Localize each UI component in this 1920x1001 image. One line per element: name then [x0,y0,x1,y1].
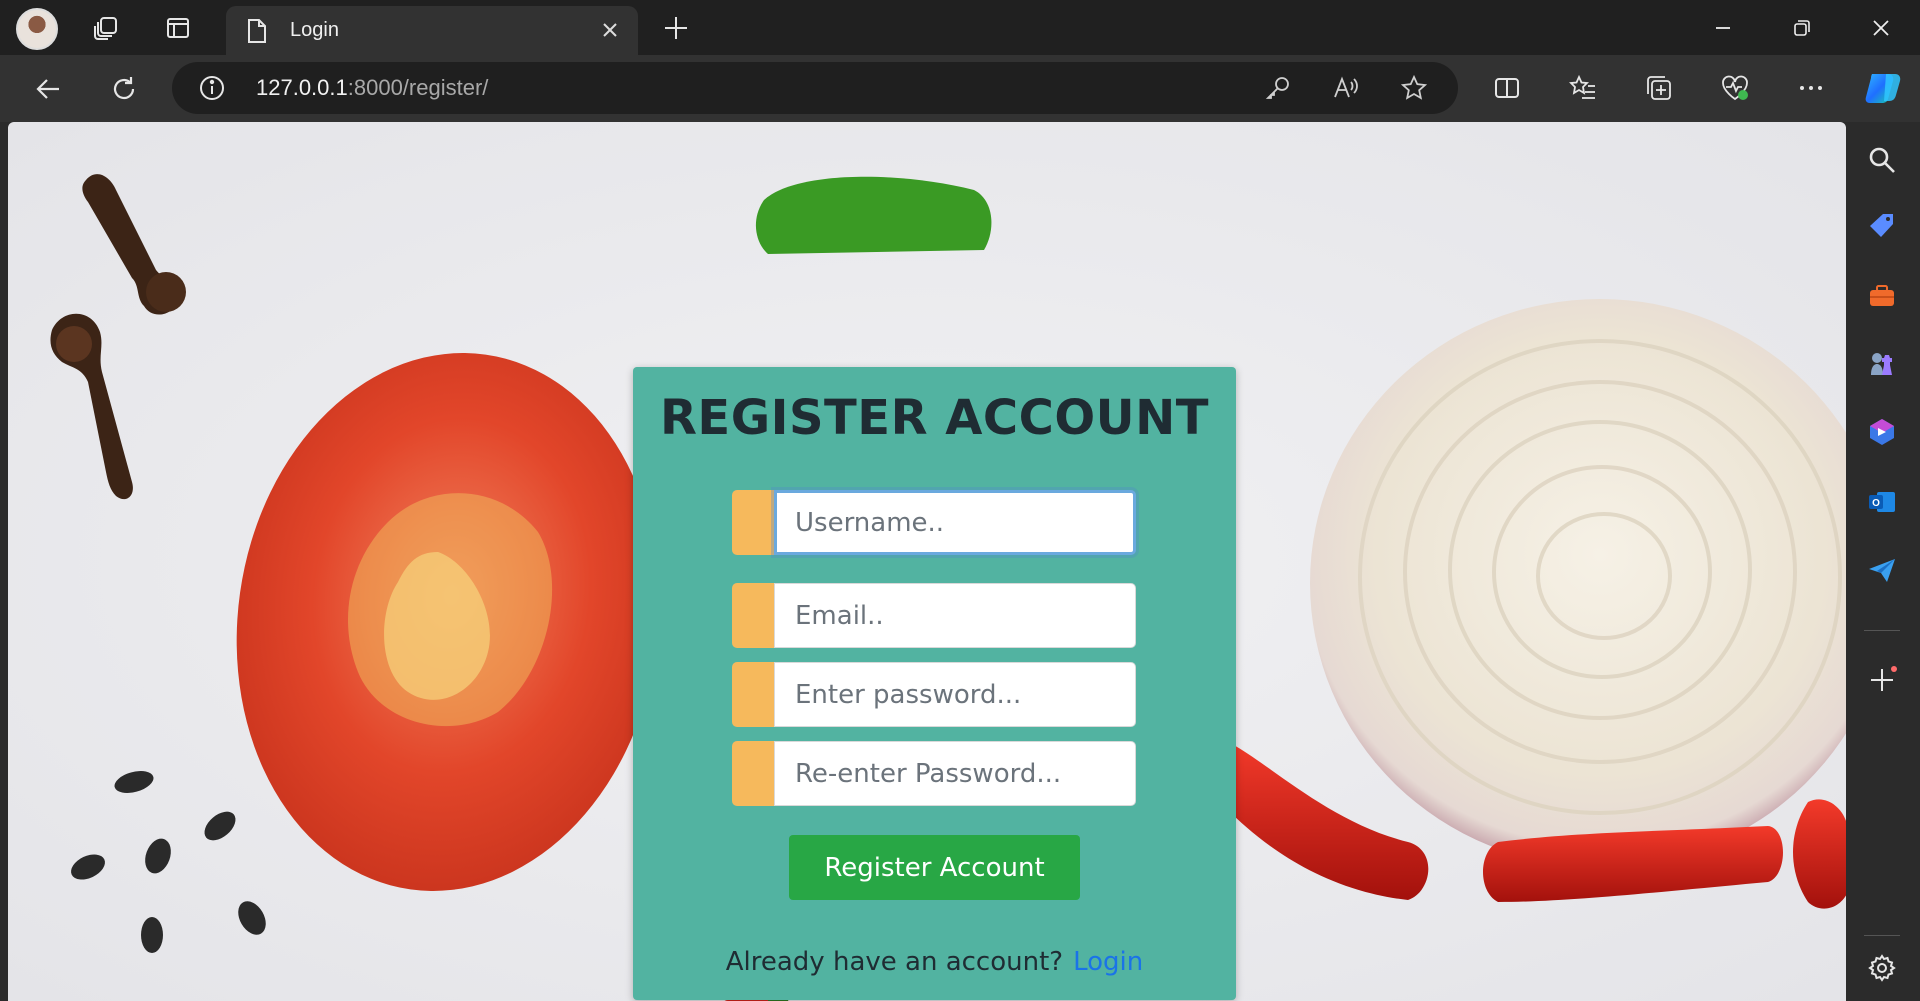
browser-titlebar: Login [0,0,1920,55]
browser-essentials-icon[interactable] [1717,70,1753,106]
url-text: 127.0.0.1:8000/register/ [256,75,488,101]
url-path: :8000/register/ [347,75,489,100]
favorites-icon[interactable] [1565,70,1601,106]
confirm-password-prepend [732,741,774,806]
address-bar[interactable]: 127.0.0.1:8000/register/ [172,62,1458,114]
back-icon[interactable] [28,69,68,109]
tab-actions-icon[interactable] [160,10,196,46]
games-icon[interactable] [1864,346,1900,382]
username-field [732,490,1136,555]
tab-login[interactable]: Login [226,6,638,55]
password-field [732,662,1136,727]
form-title: REGISTER ACCOUNT [659,390,1210,446]
confirm-password-input[interactable] [774,741,1136,806]
register-card: REGISTER ACCOUNT Register Account Alread… [633,367,1236,1000]
workspaces-icon[interactable] [88,10,124,46]
tab-title: Login [290,19,339,41]
sidebar-divider [1864,628,1900,632]
favorite-star-icon[interactable] [1400,74,1428,102]
email-input[interactable] [774,583,1136,648]
send-icon[interactable] [1864,552,1900,588]
more-options-icon[interactable] [1793,70,1829,106]
password-prepend [732,662,774,727]
svg-text:O: O [1872,498,1880,509]
restore-icon[interactable] [1777,8,1827,48]
login-prompt: Already have an account? Login [633,947,1236,977]
username-input[interactable] [774,490,1136,555]
minimize-icon[interactable] [1698,8,1748,48]
edge-sidebar: O [1846,122,1920,1001]
username-prepend [732,490,774,555]
email-prepend [732,583,774,648]
browser-toolbar: 127.0.0.1:8000/register/ [0,55,1920,122]
tools-briefcase-icon[interactable] [1864,278,1900,314]
page-viewport: REGISTER ACCOUNT Register Account Alread… [8,122,1846,1001]
new-tab-icon[interactable] [658,10,694,46]
collections-icon[interactable] [1641,70,1677,106]
confirm-password-field [732,741,1136,806]
add-sidebar-app-icon[interactable] [1864,662,1900,698]
profile-avatar[interactable] [16,8,58,50]
sidebar-divider-bottom [1864,933,1900,937]
page-icon [246,18,268,44]
site-info-icon[interactable] [198,74,226,102]
refresh-icon[interactable] [104,69,144,109]
settings-gear-icon[interactable] [1864,950,1900,986]
outlook-icon[interactable]: O [1864,484,1900,520]
url-host: 127.0.0.1 [256,75,348,100]
close-tab-icon[interactable] [596,16,624,44]
search-icon[interactable] [1864,142,1900,178]
key-icon[interactable] [1264,74,1292,102]
shopping-tag-icon[interactable] [1864,208,1900,244]
copilot-icon[interactable] [1862,66,1906,110]
split-screen-icon[interactable] [1489,70,1525,106]
register-account-button[interactable]: Register Account [789,835,1080,900]
password-input[interactable] [774,662,1136,727]
login-prompt-text: Already have an account? [725,947,1064,977]
email-field [732,583,1136,648]
microsoft-365-icon[interactable] [1864,414,1900,450]
login-link[interactable]: Login [1073,947,1143,977]
read-aloud-icon[interactable] [1332,74,1360,102]
close-window-icon[interactable] [1856,8,1906,48]
